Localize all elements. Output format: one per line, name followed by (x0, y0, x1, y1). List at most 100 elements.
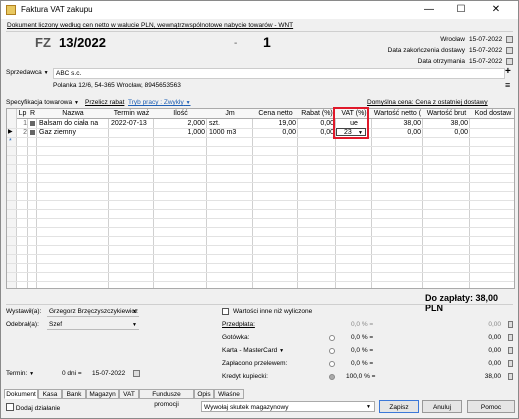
header-delivery-code[interactable]: Kod dostaw (470, 109, 514, 119)
cancel-button[interactable]: Anuluj (422, 400, 462, 413)
credit-percent[interactable]: 100,0 % = (346, 373, 375, 380)
header-unit[interactable]: Jm (207, 109, 253, 119)
header-name[interactable]: Nazwa (37, 109, 109, 119)
header-discount[interactable]: Rabat (%) (298, 109, 336, 119)
row-line (7, 227, 514, 228)
prepayment-label[interactable]: Przedpłata: (222, 321, 255, 328)
tab-warehouse[interactable]: Magazyn (86, 389, 119, 399)
spec-label: Specyfikacja towarowa (6, 99, 73, 106)
credit-value[interactable]: 38,00 (471, 373, 501, 380)
save-button[interactable]: Zapisz (379, 400, 419, 413)
chevron-down-icon[interactable]: ▼ (132, 322, 137, 328)
cash-radio[interactable] (329, 335, 335, 341)
seller-field[interactable]: ABC s.c. (53, 68, 505, 79)
doc-suffix[interactable]: 1 (263, 34, 271, 50)
menu-icon[interactable]: ≡ (505, 80, 510, 90)
row-line (7, 200, 514, 201)
cash-percent[interactable]: 0,0 % = (351, 334, 373, 341)
checkbox-icon (6, 403, 14, 411)
row-2-quantity[interactable]: 1,000 (154, 128, 205, 137)
other-values-checkbox[interactable] (222, 308, 229, 315)
doc-number[interactable]: 13/2022 (59, 35, 106, 50)
tab-bank[interactable]: Bank (62, 389, 86, 399)
issue-date[interactable]: 15-07-2022 (469, 36, 502, 43)
seller-dropdown[interactable]: Sprzedawca ▼ (6, 69, 49, 76)
chevron-down-icon: ▼ (366, 404, 371, 410)
card-dropdown[interactable]: Karta - MasterCard ▼ (222, 347, 284, 354)
delivery-date[interactable]: 15-07-2022 (469, 47, 502, 54)
default-price-link[interactable]: Domyślna cena: Cena z ostatniej dostawy (367, 99, 488, 106)
header-quantity[interactable]: Ilość (154, 109, 207, 119)
calendar-icon[interactable] (506, 58, 513, 65)
tab-custom[interactable]: Właśne (214, 389, 244, 399)
transfer-label: Zapłacono przelewem: (222, 360, 288, 367)
row-1-net-price[interactable]: 19,00 (253, 119, 296, 128)
header-gross-value[interactable]: Wartość brut (423, 109, 470, 119)
spec-dropdown[interactable]: Specyfikacja towarowa ▼ (6, 99, 79, 106)
items-table[interactable]: Lp R Nazwa Termin waż Ilość Jm Cena nett… (6, 108, 515, 289)
calendar-icon[interactable] (133, 370, 140, 377)
doc-prefix: FZ (35, 35, 51, 50)
row-2-net-price[interactable]: 0,00 (253, 128, 296, 137)
row-1-unit[interactable]: szt. (209, 119, 253, 128)
issued-by-value[interactable]: Grzegorz Brzęczyszczykiewicz (49, 308, 139, 315)
calculator-icon[interactable] (508, 360, 513, 367)
receipt-date[interactable]: 15-07-2022 (469, 58, 502, 65)
transfer-radio[interactable] (329, 361, 335, 367)
tab-description[interactable]: Opis (194, 389, 214, 399)
header-net-price[interactable]: Cena netto (253, 109, 298, 119)
work-mode-dropdown[interactable]: Tryb pracy : Zwykły ▼ (128, 99, 191, 106)
received-by-value[interactable]: Szef (49, 321, 62, 328)
cash-value[interactable]: 0,00 (471, 334, 501, 341)
new-row-marker[interactable]: * (9, 137, 17, 146)
credit-radio[interactable] (329, 374, 335, 380)
card-radio[interactable] (329, 348, 335, 354)
add-seller-button[interactable]: + (505, 66, 511, 77)
maximize-button[interactable]: ☐ (450, 3, 472, 17)
row-line (7, 164, 514, 165)
calendar-icon[interactable] (506, 47, 513, 54)
row-2-name[interactable]: Gaz ziemny (39, 128, 109, 137)
row-1-quantity[interactable]: 2,000 (154, 119, 205, 128)
header-lp[interactable]: Lp (17, 109, 28, 119)
due-date[interactable]: 15-07-2022 (92, 370, 125, 377)
header-expiry[interactable]: Termin waż (109, 109, 154, 119)
close-button[interactable]: ✕ (485, 3, 507, 17)
due-days[interactable]: 0 dni = (62, 370, 82, 377)
row-2-discount[interactable]: 0,00 (298, 128, 334, 137)
transfer-percent[interactable]: 0,0 % = (351, 360, 373, 367)
row-1-discount[interactable]: 0,00 (298, 119, 334, 128)
minimize-button[interactable]: — (418, 3, 440, 17)
calculator-icon[interactable] (508, 334, 513, 341)
tab-vat[interactable]: VAT (119, 389, 139, 399)
invoice-window: Faktura VAT zakupu — ☐ ✕ Dokument liczon… (0, 0, 519, 419)
row-1-name[interactable]: Balsam do ciała na (39, 119, 109, 128)
header-net-value[interactable]: Wartość netto ( (372, 109, 423, 119)
row-2-unit[interactable]: 1000 m3 (209, 128, 253, 137)
info-line[interactable]: Dokument liczony według cen netto w walu… (7, 22, 293, 29)
row-1-expiry[interactable]: 2022-07-13 (111, 119, 154, 128)
due-date-dropdown[interactable]: Termin: ▼ (6, 370, 34, 377)
field-underline (47, 316, 139, 317)
calculator-icon[interactable] (508, 347, 513, 354)
row-line (7, 272, 514, 273)
card-percent[interactable]: 0,0 % = (351, 347, 373, 354)
transfer-value[interactable]: 0,00 (471, 360, 501, 367)
add-action-button[interactable]: Dodaj działanie (6, 403, 60, 412)
chevron-down-icon[interactable]: ▼ (132, 309, 137, 315)
calculator-icon[interactable] (508, 373, 513, 380)
help-button[interactable]: Pomoc (467, 400, 515, 413)
recalc-discount-link[interactable]: Przelicz rabat (85, 99, 124, 106)
tab-cash[interactable]: Kasa (38, 389, 62, 399)
header-r[interactable]: R (28, 109, 37, 119)
calculator-icon[interactable] (508, 321, 513, 328)
tab-promo-funds[interactable]: Fundusze promocji (139, 389, 194, 408)
card-value[interactable]: 0,00 (471, 347, 501, 354)
total-to-pay: Do zapłaty: 38,00 PLN (425, 293, 499, 313)
warehouse-effect-select[interactable]: Wywołaj skutek magazynowy ▼ (201, 401, 375, 412)
tab-document[interactable]: Dokument (4, 389, 38, 399)
calendar-icon[interactable] (506, 36, 513, 43)
row-line (7, 236, 514, 237)
issued-by-label: Wystawił(a): (6, 308, 42, 315)
warehouse-effect-value: Wywołaj skutek magazynowy (204, 404, 289, 411)
